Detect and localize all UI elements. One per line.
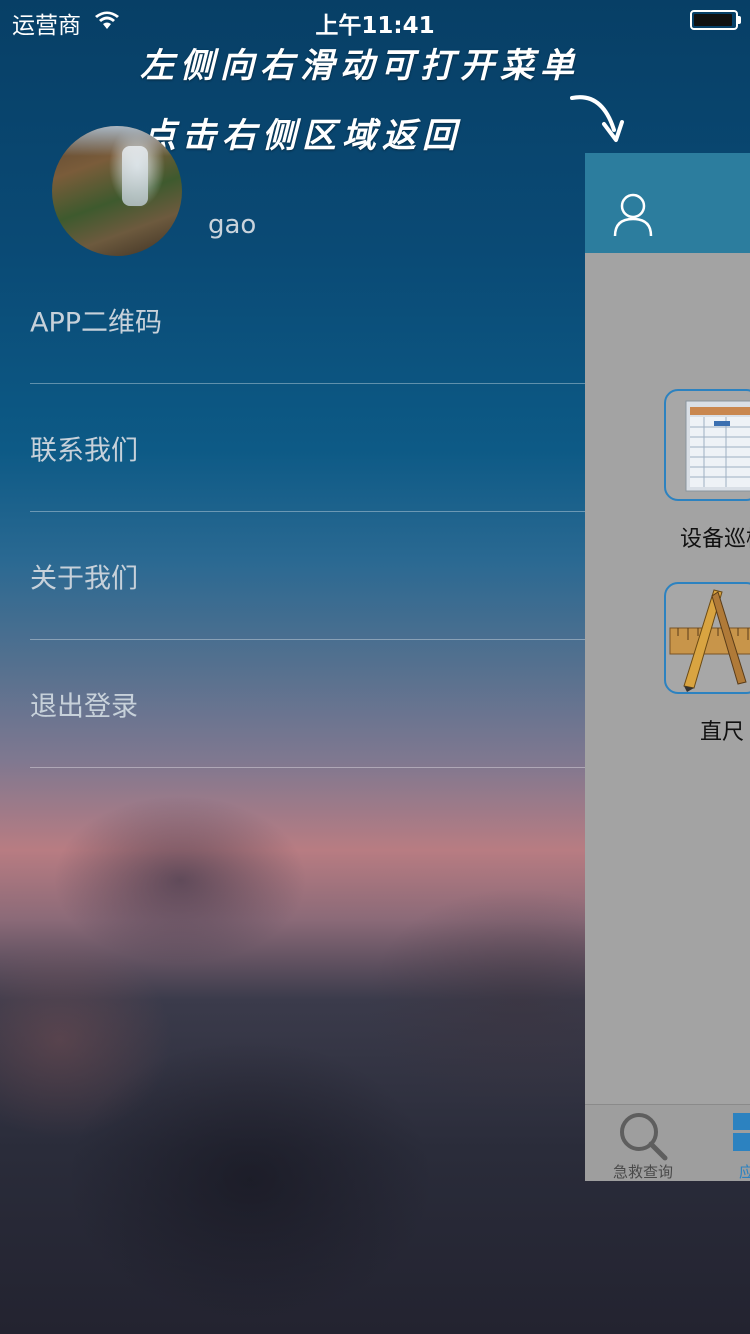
menu-item-about-us[interactable]: 关于我们 [30,512,585,640]
app-tile [664,582,750,694]
user-icon[interactable] [613,193,653,237]
app-label: 设备巡检 [680,527,750,552]
battery-level [694,14,732,26]
tab-label: 急救查询 [613,1163,674,1181]
username: gao [208,210,257,240]
search-icon [620,1113,668,1161]
tab-apps[interactable]: 应用 [733,1111,750,1181]
menu-item-label: 关于我们 [30,563,138,594]
hint-swipe-open: 左侧向右滑动可打开菜单 [140,46,580,86]
main-header-bar [585,153,750,253]
menu-item-app-qrcode[interactable]: APP二维码 [30,256,585,384]
status-time: 上午11:41 [315,13,435,39]
battery-tip [738,16,741,24]
avatar-waterfall [122,146,148,206]
menu-item-label: APP二维码 [30,307,163,338]
avatar-sky [52,126,182,156]
menu-item-label: 联系我们 [30,435,138,466]
tab-first-aid-search[interactable]: 急救查询 [607,1111,677,1181]
screen: 运营商 上午11:41 左侧向右滑动可打开菜单 点击右侧区域返回 gao APP… [0,0,750,1334]
hint-tap-return: 点击右侧区域返回 [142,116,462,156]
spreadsheet-icon [685,400,750,492]
menu-item-contact-us[interactable]: 联系我们 [30,384,585,512]
menu-item-logout[interactable]: 退出登录 [30,640,585,768]
app-tile [664,389,750,501]
battery-icon [690,10,738,30]
main-screen-panel[interactable]: 设备巡检 [585,153,750,1181]
grid-icon [733,1113,750,1151]
avatar[interactable] [52,126,182,256]
ruler-pencil-icon [669,589,750,692]
menu-item-label: 退出登录 [30,691,138,722]
curved-arrow-icon [570,95,624,142]
app-label: 直尺 [700,720,745,745]
tab-bar: 急救查询 应用 [585,1104,750,1181]
status-bar: 运营商 上午11:41 [0,0,750,40]
tab-label: 应用 [739,1163,750,1181]
